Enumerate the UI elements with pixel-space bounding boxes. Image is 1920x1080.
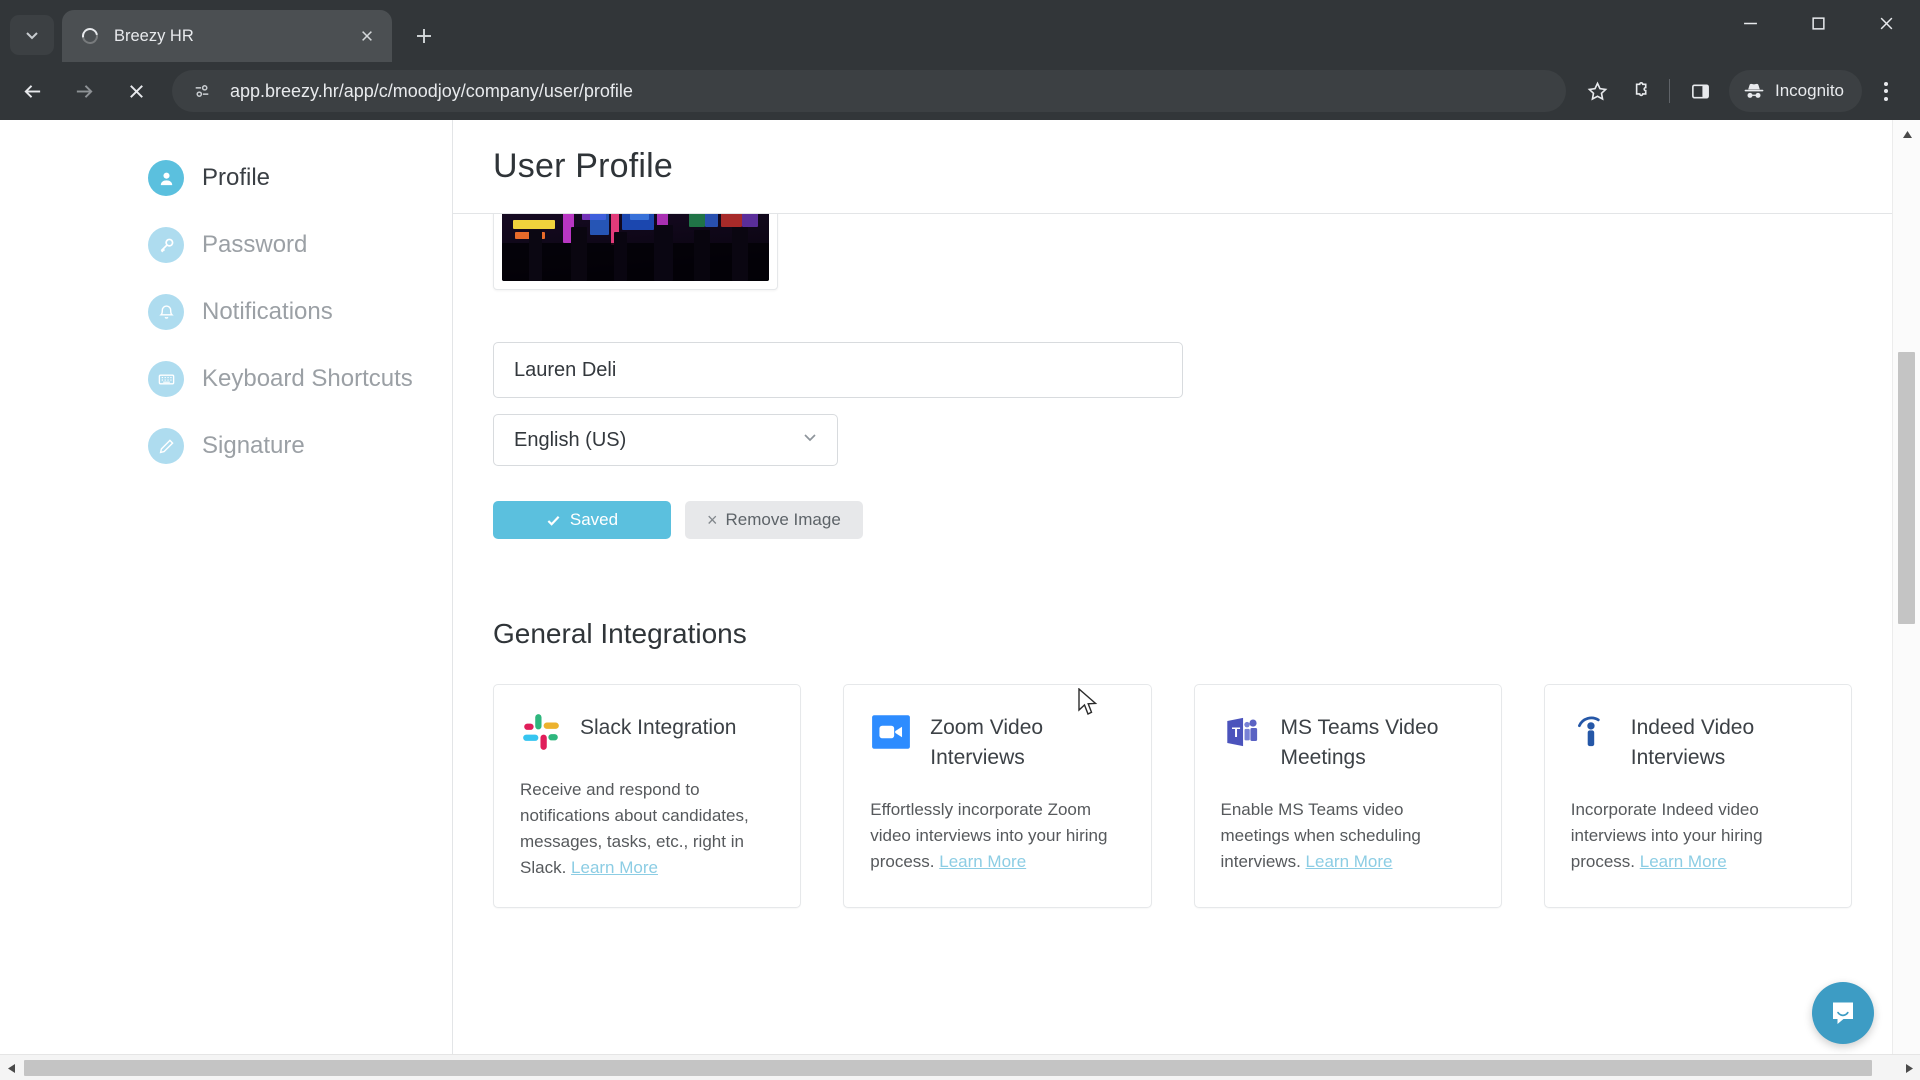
page-viewport: Profile Password Notifications Keyboard …: [0, 120, 1920, 1080]
integration-name: Slack Integration: [580, 716, 737, 739]
settings-sidebar: Profile Password Notifications Keyboard …: [0, 120, 452, 1080]
vertical-scrollbar-thumb[interactable]: [1898, 352, 1915, 624]
pencil-icon: [148, 428, 184, 464]
sidebar-item-signature[interactable]: Signature: [0, 422, 452, 470]
tab-search-button[interactable]: [10, 15, 54, 55]
stop-loading-icon[interactable]: [114, 69, 158, 113]
learn-more-link[interactable]: Learn More: [1306, 852, 1393, 871]
save-button[interactable]: Saved: [493, 501, 671, 539]
tab-title: Breezy HR: [114, 26, 194, 45]
sidebar-item-label: Signature: [202, 432, 305, 459]
indeed-logo-icon: [1571, 711, 1613, 753]
scroll-left-icon[interactable]: [0, 1055, 22, 1080]
integrations-heading: General Integrations: [493, 618, 747, 649]
close-window-icon[interactable]: [1852, 0, 1920, 46]
learn-more-link[interactable]: Learn More: [571, 858, 658, 877]
loading-spinner-icon: [78, 24, 102, 48]
page-header: User Profile: [453, 120, 1892, 214]
forward-icon[interactable]: [62, 69, 106, 113]
new-tab-button[interactable]: [404, 16, 444, 56]
card-header: T MS Teams Video Meetings: [1221, 711, 1475, 773]
integration-description: Receive and respond to notifications abo…: [520, 777, 774, 881]
back-icon[interactable]: [10, 69, 54, 113]
site-settings-icon[interactable]: [188, 77, 216, 105]
close-icon: ×: [707, 510, 718, 530]
sidebar-item-notifications[interactable]: Notifications: [0, 288, 452, 336]
form-actions: Saved × Remove Image: [493, 501, 863, 539]
name-value: Lauren Deli: [514, 358, 617, 381]
chrome-menu-icon[interactable]: [1866, 70, 1906, 112]
integration-name: MS Teams Video Meetings: [1280, 716, 1439, 769]
integration-description: Incorporate Indeed video interviews into…: [1571, 797, 1825, 875]
sidebar-item-label: Profile: [202, 164, 271, 191]
url-text: app.breezy.hr/app/c/moodjoy/company/user…: [230, 80, 633, 101]
language-select[interactable]: English (US): [493, 414, 838, 466]
card-header: Indeed Video Interviews: [1571, 711, 1825, 773]
incognito-hat-icon: [1744, 83, 1764, 98]
minimize-icon[interactable]: [1716, 0, 1784, 46]
chat-launcher-button[interactable]: [1812, 982, 1874, 1044]
side-panel-icon[interactable]: [1679, 70, 1721, 112]
mouse-cursor: [1078, 687, 1100, 723]
sidebar-item-password[interactable]: Password: [0, 221, 452, 269]
integration-card-zoom[interactable]: Zoom Video Interviews Effortlessly incor…: [843, 684, 1152, 908]
user-icon: [148, 160, 184, 196]
keyboard-icon: [148, 361, 184, 397]
incognito-badge[interactable]: Incognito: [1729, 70, 1862, 112]
close-icon[interactable]: [354, 23, 380, 49]
integration-name: Indeed Video Interviews: [1630, 716, 1755, 769]
browser-tab[interactable]: Breezy HR: [62, 10, 392, 62]
browser-window: Breezy HR app.breezy.hr/app/c/moodjoy/co…: [0, 0, 1920, 1080]
vertical-scrollbar[interactable]: [1892, 120, 1920, 1080]
integration-description: Enable MS Teams video meetings when sche…: [1221, 797, 1475, 875]
bell-icon: [148, 294, 184, 330]
learn-more-link[interactable]: Learn More: [939, 852, 1026, 871]
integration-card-ms-teams[interactable]: T MS Teams Video Meetings Enable MS Team…: [1193, 684, 1502, 908]
incognito-label: Incognito: [1775, 81, 1844, 100]
sidebar-item-keyboard-shortcuts[interactable]: Keyboard Shortcuts: [0, 355, 452, 403]
integration-description: Effortlessly incorporate Zoom video inte…: [870, 797, 1124, 875]
sidebar-item-label: Keyboard Shortcuts: [202, 365, 413, 392]
language-value: English (US): [514, 428, 627, 451]
name-input[interactable]: Lauren Deli: [493, 342, 1183, 398]
address-bar[interactable]: app.breezy.hr/app/c/moodjoy/company/user…: [172, 70, 1566, 112]
page-title: User Profile: [493, 147, 674, 185]
check-icon: [547, 515, 560, 526]
bookmark-star-icon[interactable]: [1576, 70, 1618, 112]
horizontal-scrollbar-thumb[interactable]: [24, 1060, 1872, 1076]
remove-image-button[interactable]: × Remove Image: [685, 501, 863, 539]
integration-card-slack[interactable]: Slack Integration Receive and respond to…: [493, 684, 802, 908]
horizontal-scrollbar[interactable]: [0, 1054, 1920, 1080]
ms-teams-logo-icon: T: [1221, 711, 1263, 753]
card-header: Slack Integration: [520, 711, 774, 753]
remove-image-label: Remove Image: [725, 510, 841, 529]
learn-more-link[interactable]: Learn More: [1640, 852, 1727, 871]
slack-logo-icon: [520, 711, 562, 753]
window-controls: [1716, 0, 1920, 62]
svg-text:T: T: [1231, 725, 1240, 740]
key-icon: [148, 227, 184, 263]
toolbar-divider: [1669, 79, 1670, 103]
sidebar-item-label: Password: [202, 231, 308, 258]
profile-content: User Profile Lauren Deli English (US) Sa…: [452, 120, 1892, 1080]
zoom-logo-icon: [870, 711, 912, 753]
sidebar-item-profile[interactable]: Profile: [0, 154, 452, 202]
maximize-icon[interactable]: [1784, 0, 1852, 46]
save-button-label: Saved: [569, 510, 619, 529]
sidebar-item-label: Notifications: [202, 298, 333, 325]
integration-card-list: Slack Integration Receive and respond to…: [493, 684, 1852, 908]
scroll-body: Lauren Deli English (US) Saved × Remove …: [453, 144, 1892, 1080]
tab-strip: Breezy HR: [0, 0, 1920, 62]
chat-bubble-icon: [1833, 1002, 1853, 1024]
scroll-right-icon[interactable]: [1898, 1055, 1920, 1080]
breezy-app: Profile Password Notifications Keyboard …: [0, 120, 1920, 1080]
chevron-down-icon: [799, 426, 821, 454]
scroll-up-icon[interactable]: [1893, 120, 1920, 148]
integration-card-indeed[interactable]: Indeed Video Interviews Incorporate Inde…: [1543, 684, 1852, 908]
extensions-puzzle-icon[interactable]: [1618, 70, 1660, 112]
browser-toolbar: app.breezy.hr/app/c/moodjoy/company/user…: [0, 62, 1920, 120]
